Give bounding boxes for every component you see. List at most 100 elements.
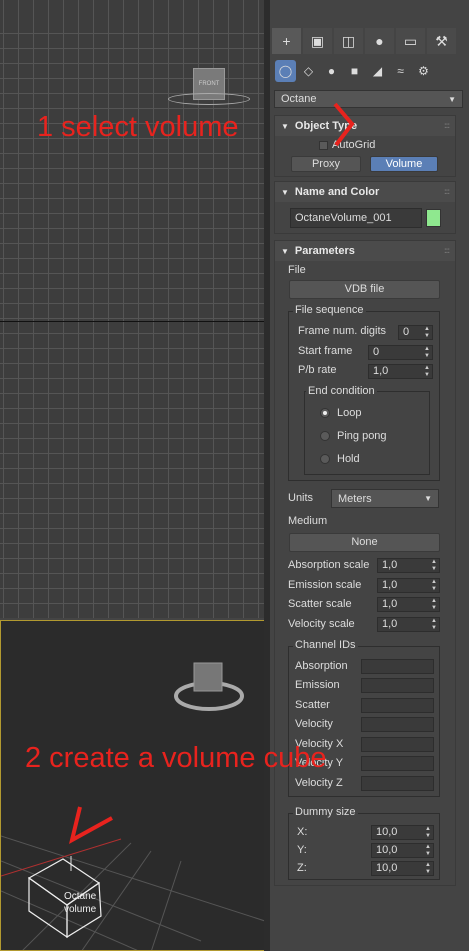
units-value: Meters bbox=[338, 492, 372, 505]
pb-rate-value: 1,0 bbox=[373, 365, 389, 377]
perspective-viewcube bbox=[174, 662, 244, 711]
channel-velocity-z-label: Velocity Z bbox=[295, 777, 343, 789]
scatter-scale-label: Scatter scale bbox=[288, 598, 352, 610]
scatter-scale-value: 1,0 bbox=[382, 598, 398, 610]
ping-pong-radio[interactable] bbox=[320, 431, 330, 441]
chevron-down-icon: ▼ bbox=[448, 94, 456, 104]
collapse-triangle-icon: ▼ bbox=[281, 122, 289, 131]
spinner-arrows-icon[interactable]: ▲ ▼ bbox=[424, 326, 430, 339]
start-frame-spinner[interactable]: 0 ▲ ▼ bbox=[368, 345, 433, 360]
parameters-title: Parameters bbox=[294, 245, 355, 257]
dummy-y-label: Y: bbox=[297, 844, 307, 856]
object-name-field[interactable]: OctaneVolume_001 bbox=[290, 208, 422, 228]
lights-icon[interactable]: ● bbox=[321, 60, 342, 82]
command-panel-tabs: + ▣ ◫ ● ▭ ⚒ bbox=[272, 28, 456, 54]
volume-object-label-1: Octane bbox=[64, 891, 97, 902]
start-frame-label: Start frame bbox=[298, 345, 353, 357]
medium-button[interactable]: None bbox=[289, 533, 440, 552]
cameras-icon[interactable]: ■ bbox=[344, 60, 365, 82]
emission-scale-spinner[interactable]: 1,0 ▲ ▼ bbox=[377, 578, 440, 593]
channel-emission-field[interactable] bbox=[361, 678, 434, 693]
units-dropdown[interactable]: Meters ▼ bbox=[331, 489, 439, 508]
channel-ids-title: Channel IDs bbox=[293, 639, 358, 651]
parameters-rollout: ▼ Parameters ::: File VDB file File seque… bbox=[274, 240, 456, 886]
proxy-button[interactable]: Proxy bbox=[291, 156, 361, 172]
category-value: Octane bbox=[281, 93, 317, 105]
hold-radio[interactable] bbox=[320, 454, 330, 464]
loop-radio[interactable] bbox=[320, 408, 330, 418]
viewport-axis-line bbox=[0, 321, 264, 322]
modify-icon[interactable]: ▣ bbox=[303, 28, 332, 54]
grip-icon[interactable]: ::: bbox=[444, 182, 450, 202]
helpers-icon[interactable]: ◢ bbox=[367, 60, 388, 82]
absorption-scale-value: 1,0 bbox=[382, 559, 398, 571]
viewcube-ring[interactable] bbox=[168, 93, 250, 105]
grip-icon[interactable]: ::: bbox=[444, 241, 450, 261]
frame-num-digits-spinner[interactable]: 0 ▲ ▼ bbox=[398, 325, 433, 340]
vdb-file-button[interactable]: VDB file bbox=[289, 280, 440, 299]
ping-pong-label: Ping pong bbox=[337, 430, 387, 442]
object-type-header[interactable]: ▼ Object Type ::: bbox=[275, 116, 455, 136]
shapes-icon[interactable]: ◇ bbox=[298, 60, 319, 82]
create-icon[interactable]: + bbox=[272, 28, 301, 54]
object-type-title: Object Type bbox=[294, 120, 358, 132]
name-and-color-rollout: ▼ Name and Color ::: OctaneVolume_001 bbox=[274, 181, 456, 234]
channel-velocity-y-field[interactable] bbox=[361, 756, 434, 771]
name-and-color-title: Name and Color bbox=[294, 186, 380, 198]
collapse-triangle-icon: ▼ bbox=[281, 247, 289, 256]
spinner-arrows-icon[interactable]: ▲ ▼ bbox=[431, 579, 437, 592]
dummy-y-spinner[interactable]: 10,0 ▲ ▼ bbox=[371, 843, 434, 858]
spinner-arrows-icon[interactable]: ▲ ▼ bbox=[431, 598, 437, 611]
object-color-swatch[interactable] bbox=[426, 209, 441, 227]
absorption-scale-spinner[interactable]: 1,0 ▲ ▼ bbox=[377, 558, 440, 573]
command-panel: + ▣ ◫ ● ▭ ⚒ ◯ ◇ ● ■ ◢ ≈ ⚙ Octane ▼ ▼ Obje… bbox=[270, 0, 469, 951]
volume-object-label-2: volume bbox=[64, 904, 97, 915]
velocity-scale-value: 1,0 bbox=[382, 618, 398, 630]
dummy-x-spinner[interactable]: 10,0 ▲ ▼ bbox=[371, 825, 434, 840]
spinner-arrows-icon[interactable]: ▲ ▼ bbox=[425, 826, 431, 839]
category-dropdown[interactable]: Octane ▼ bbox=[274, 90, 463, 108]
spinner-arrows-icon[interactable]: ▲ ▼ bbox=[425, 862, 431, 875]
parameters-header[interactable]: ▼ Parameters ::: bbox=[275, 241, 455, 261]
spinner-arrows-icon[interactable]: ▲ ▼ bbox=[424, 365, 430, 378]
viewport-top-strip bbox=[0, 0, 264, 28]
absorption-scale-label: Absorption scale bbox=[288, 559, 370, 571]
hierarchy-icon[interactable]: ◫ bbox=[334, 28, 363, 54]
spinner-arrows-icon[interactable]: ▲ ▼ bbox=[431, 559, 437, 572]
name-and-color-header[interactable]: ▼ Name and Color ::: bbox=[275, 182, 455, 202]
spinner-arrows-icon[interactable]: ▲ ▼ bbox=[431, 618, 437, 631]
velocity-scale-label: Velocity scale bbox=[288, 618, 355, 630]
channel-scatter-field[interactable] bbox=[361, 698, 434, 713]
display-icon[interactable]: ▭ bbox=[396, 28, 425, 54]
file-label: File bbox=[288, 264, 306, 276]
channel-absorption-field[interactable] bbox=[361, 659, 434, 674]
pb-rate-spinner[interactable]: 1,0 ▲ ▼ bbox=[368, 364, 433, 379]
grip-icon[interactable]: ::: bbox=[444, 116, 450, 136]
create-subtabs: ◯ ◇ ● ■ ◢ ≈ ⚙ bbox=[275, 60, 434, 82]
annotation-step-2: 2 create a volume cube bbox=[25, 742, 327, 774]
channel-absorption-label: Absorption bbox=[295, 660, 348, 672]
perspective-viewport[interactable]: Octane volume bbox=[0, 620, 264, 951]
emission-scale-value: 1,0 bbox=[382, 579, 398, 591]
dummy-z-label: Z: bbox=[297, 862, 307, 874]
volume-button[interactable]: Volume bbox=[370, 156, 438, 172]
velocity-scale-spinner[interactable]: 1,0 ▲ ▼ bbox=[377, 617, 440, 632]
pb-rate-label: P/b rate bbox=[298, 364, 337, 376]
units-label: Units bbox=[288, 492, 314, 504]
collapse-triangle-icon: ▼ bbox=[281, 188, 289, 197]
channel-scatter-label: Scatter bbox=[295, 699, 330, 711]
motion-icon[interactable]: ● bbox=[365, 28, 394, 54]
frame-num-digits-label: Frame num. digits bbox=[298, 325, 387, 337]
utilities-icon[interactable]: ⚒ bbox=[427, 28, 456, 54]
spinner-arrows-icon[interactable]: ▲ ▼ bbox=[425, 844, 431, 857]
dummy-z-spinner[interactable]: 10,0 ▲ ▼ bbox=[371, 861, 434, 876]
channel-velocity-field[interactable] bbox=[361, 717, 434, 732]
autogrid-checkbox[interactable] bbox=[319, 141, 328, 150]
scatter-scale-spinner[interactable]: 1,0 ▲ ▼ bbox=[377, 597, 440, 612]
channel-velocity-x-field[interactable] bbox=[361, 737, 434, 752]
systems-icon[interactable]: ⚙ bbox=[413, 60, 434, 82]
spinner-arrows-icon[interactable]: ▲ ▼ bbox=[424, 346, 430, 359]
channel-velocity-z-field[interactable] bbox=[361, 776, 434, 791]
spacewarps-icon[interactable]: ≈ bbox=[390, 60, 411, 82]
geometry-icon[interactable]: ◯ bbox=[275, 60, 296, 82]
